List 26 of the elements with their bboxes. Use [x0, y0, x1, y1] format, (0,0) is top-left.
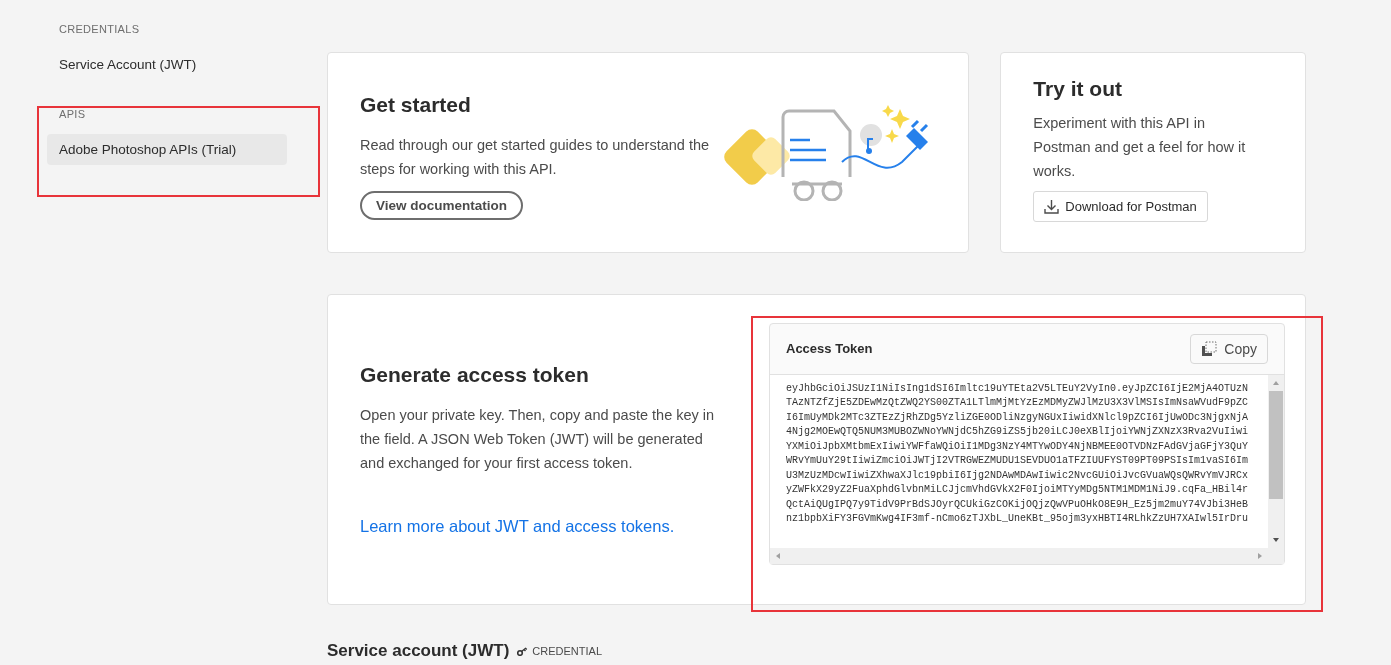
- horizontal-scrollbar[interactable]: [770, 547, 1268, 564]
- section-title: Service account (JWT): [327, 641, 510, 661]
- key-icon: [517, 646, 529, 656]
- download-icon: [1044, 199, 1060, 214]
- copy-button[interactable]: Copy: [1190, 333, 1268, 364]
- credential-tag: CREDENTIAL: [532, 645, 602, 657]
- jwt-docs-link[interactable]: Learn more about JWT and access tokens.: [360, 517, 675, 536]
- view-documentation-button[interactable]: View documentation: [360, 191, 524, 220]
- sidebar-item[interactable]: Service Account (JWT): [47, 49, 287, 80]
- card-description: Open your private key. Then, copy and paste the key in the field. A JSON Web Token (JWT) will be generated and exchanged for your first access token.: [360, 406, 716, 473]
- card-title: Try it out: [1033, 77, 1123, 101]
- copy-icon: [1201, 340, 1218, 357]
- sidebar-item[interactable]: Adobe Photoshop APIs (Trial): [47, 134, 287, 165]
- card-title: Generate access token: [360, 363, 590, 387]
- sidebar-heading: APIS: [58, 108, 87, 120]
- card-description: Experiment with this API in Postman and get a feel for how it works.: [1033, 114, 1247, 181]
- scroll-left-icon[interactable]: [774, 551, 782, 560]
- scroll-right-icon[interactable]: [1256, 551, 1264, 560]
- scroll-down-icon[interactable]: [1272, 535, 1280, 544]
- vertical-scrollbar[interactable]: [1268, 374, 1284, 548]
- card-title: Get started: [360, 93, 472, 117]
- sidebar-heading: CREDENTIALS: [58, 23, 141, 35]
- panel-title: Access Token: [786, 341, 873, 356]
- card-description: Read through our get started guides to understand the steps for working with this API.: [360, 136, 711, 179]
- scrollbar-thumb[interactable]: [1269, 390, 1283, 499]
- download-button[interactable]: Download for Postman: [1033, 191, 1208, 222]
